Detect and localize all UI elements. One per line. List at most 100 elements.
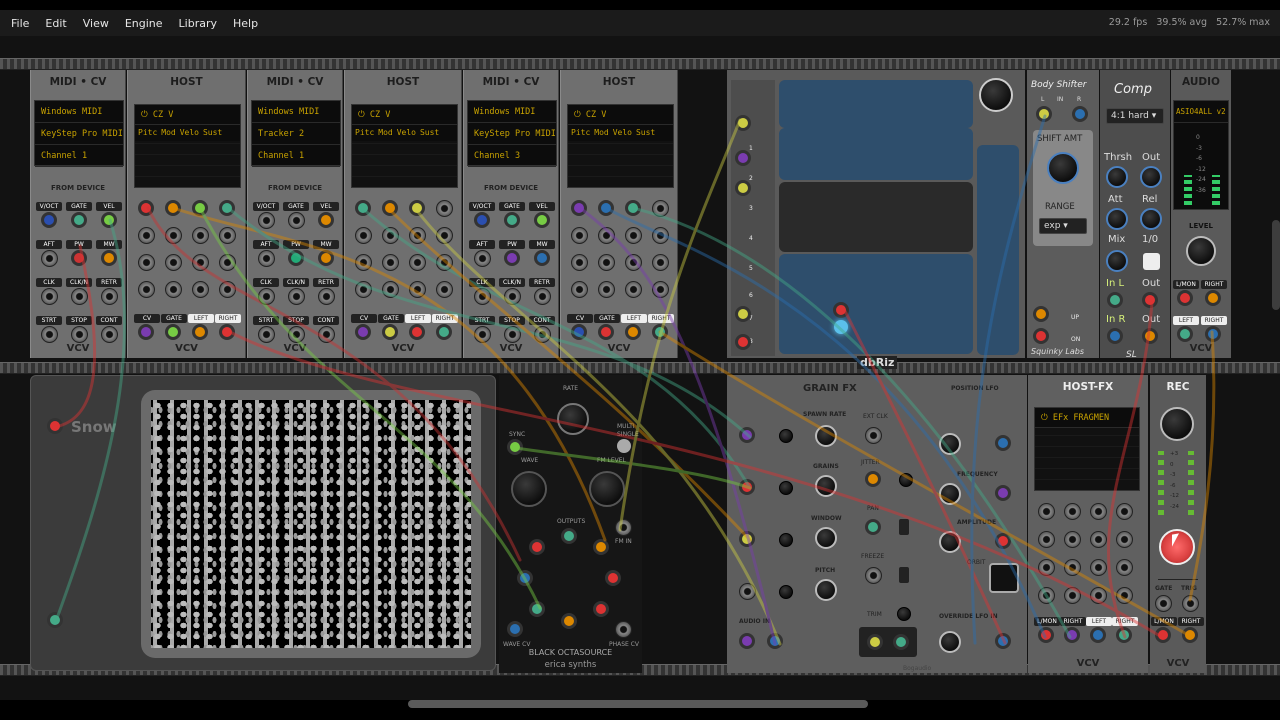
- param-jack[interactable]: [436, 254, 453, 271]
- output-jack-4[interactable]: [593, 601, 609, 617]
- right-out-jack[interactable]: [436, 324, 452, 340]
- black-octasource-module[interactable]: RATE SYNC WAVE MULTI SINGLE FM LEVEL OUT…: [499, 375, 642, 673]
- param-jack[interactable]: [1064, 503, 1081, 520]
- param-jack[interactable]: [355, 281, 372, 298]
- output-jack-2[interactable]: [593, 539, 609, 555]
- param-jack[interactable]: [436, 227, 453, 244]
- midi-device-display[interactable]: Windows MIDI KeyStep Pro MIDI IN Channel…: [467, 100, 557, 167]
- output-jack-5[interactable]: [561, 613, 577, 629]
- param-jack[interactable]: [355, 227, 372, 244]
- fx-out-r-jack[interactable]: [1116, 627, 1132, 643]
- param-jack[interactable]: [571, 281, 588, 298]
- param-jack[interactable]: [436, 200, 453, 217]
- clk-jack[interactable]: [474, 288, 491, 305]
- audio-module[interactable]: AUDIO ASIO4ALL v2 0 -3 -6 -12 -24 -36 LE…: [1171, 70, 1231, 358]
- output-jack-1[interactable]: [561, 528, 577, 544]
- phase-cv-jack[interactable]: [615, 621, 632, 638]
- grains-cv-jack[interactable]: [739, 479, 755, 495]
- cont-jack[interactable]: [101, 326, 118, 343]
- vertical-scrollbar[interactable]: [1272, 220, 1280, 310]
- midi-cv-module-1[interactable]: MIDI • CV Windows MIDI KeyStep Pro MIDI …: [30, 70, 126, 358]
- audio-in-r-jack[interactable]: [1205, 290, 1221, 306]
- output-r-jack[interactable]: [1033, 328, 1049, 344]
- freeze-jack[interactable]: [865, 567, 882, 584]
- audio-out-l-jack[interactable]: [1177, 326, 1193, 342]
- left-out-jack[interactable]: [625, 324, 641, 340]
- plugin-display[interactable]: ⏻ CZ V Pitc Mod Velo Sust: [134, 104, 241, 188]
- midi-channel[interactable]: Channel 3: [468, 145, 556, 167]
- param-jack[interactable]: [598, 281, 615, 298]
- window-knob[interactable]: [815, 527, 837, 549]
- param-jack[interactable]: [382, 254, 399, 271]
- seq-output-jack[interactable]: [833, 302, 849, 318]
- audio-out-r-jack[interactable]: [893, 634, 909, 650]
- wave-knob[interactable]: [511, 471, 547, 507]
- in-l-jack[interactable]: [1107, 292, 1123, 308]
- gate-jack[interactable]: [288, 212, 305, 229]
- param-jack[interactable]: [571, 254, 588, 271]
- cv-jack[interactable]: [138, 324, 154, 340]
- clkn-jack[interactable]: [71, 288, 88, 305]
- seq-input-jack[interactable]: [735, 180, 751, 196]
- override-knob[interactable]: [939, 631, 961, 653]
- sync-jack[interactable]: [507, 439, 523, 455]
- param-jack[interactable]: [355, 254, 372, 271]
- midi-device[interactable]: Tracker 2: [252, 123, 340, 145]
- gate-jack[interactable]: [382, 324, 398, 340]
- frequency-jack[interactable]: [995, 485, 1011, 501]
- strt-jack[interactable]: [258, 326, 275, 343]
- menu-edit[interactable]: Edit: [37, 17, 74, 30]
- pw-jack[interactable]: [71, 250, 87, 266]
- midi-channel[interactable]: Channel 1: [252, 145, 340, 167]
- jitter-jack[interactable]: [865, 471, 881, 487]
- sequencer-jack-grid[interactable]: [779, 80, 973, 128]
- param-jack[interactable]: [1116, 503, 1133, 520]
- menu-view[interactable]: View: [75, 17, 117, 30]
- param-jack[interactable]: [1116, 559, 1133, 576]
- param-jack[interactable]: [571, 227, 588, 244]
- window-cv-jack[interactable]: [739, 531, 755, 547]
- strt-jack[interactable]: [474, 326, 491, 343]
- plugin-name[interactable]: ⏻ CZ V: [568, 105, 673, 125]
- param-jack[interactable]: [219, 227, 236, 244]
- vel-jack[interactable]: [318, 212, 334, 228]
- stop-jack[interactable]: [71, 326, 88, 343]
- shift-amt-knob[interactable]: [1047, 152, 1079, 184]
- param-jack[interactable]: [382, 281, 399, 298]
- cv-jack[interactable]: [571, 324, 587, 340]
- amplitude-jack[interactable]: [995, 533, 1011, 549]
- fm-level-knob[interactable]: [589, 471, 625, 507]
- param-jack[interactable]: [138, 200, 154, 216]
- pitch-cv-jack[interactable]: [739, 583, 756, 600]
- position-lfo-jack[interactable]: [995, 435, 1011, 451]
- plugin-display[interactable]: ⏻ CZ V Pitc Mod Velo Sust: [351, 104, 458, 188]
- pw-jack[interactable]: [288, 250, 304, 266]
- midi-device[interactable]: KeyStep Pro MIDI IN: [35, 123, 123, 145]
- snow-input-jack[interactable]: [47, 418, 63, 434]
- param-jack[interactable]: [625, 281, 642, 298]
- comp-mode-select[interactable]: 4:1 hard ▾: [1106, 108, 1164, 124]
- input-r-jack[interactable]: [1072, 106, 1088, 122]
- ext-clk-jack[interactable]: [865, 427, 882, 444]
- param-jack[interactable]: [652, 281, 669, 298]
- vel-jack[interactable]: [534, 212, 550, 228]
- snow-module[interactable]: Snow: [30, 375, 496, 671]
- spawn-atten-knob[interactable]: [779, 429, 793, 443]
- left-out-jack[interactable]: [409, 324, 425, 340]
- seq-input-jack[interactable]: [735, 150, 751, 166]
- param-jack[interactable]: [1038, 559, 1055, 576]
- seq-main-knob[interactable]: [979, 78, 1013, 112]
- audio-in-r-jack[interactable]: [767, 633, 783, 649]
- sequencer-knob-row[interactable]: [779, 128, 973, 180]
- param-jack[interactable]: [598, 227, 615, 244]
- att-knob[interactable]: [1106, 208, 1128, 230]
- retr-jack[interactable]: [534, 288, 551, 305]
- rec-in-r-jack[interactable]: [1182, 627, 1198, 643]
- midi-driver[interactable]: Windows MIDI: [252, 101, 340, 123]
- plugin-name[interactable]: ⏻ EFx FRAGMEN: [1035, 408, 1139, 428]
- strt-jack[interactable]: [41, 326, 58, 343]
- rec-in-l-jack[interactable]: [1155, 627, 1171, 643]
- left-out-jack[interactable]: [192, 324, 208, 340]
- menu-file[interactable]: File: [3, 17, 37, 30]
- param-jack[interactable]: [1038, 503, 1055, 520]
